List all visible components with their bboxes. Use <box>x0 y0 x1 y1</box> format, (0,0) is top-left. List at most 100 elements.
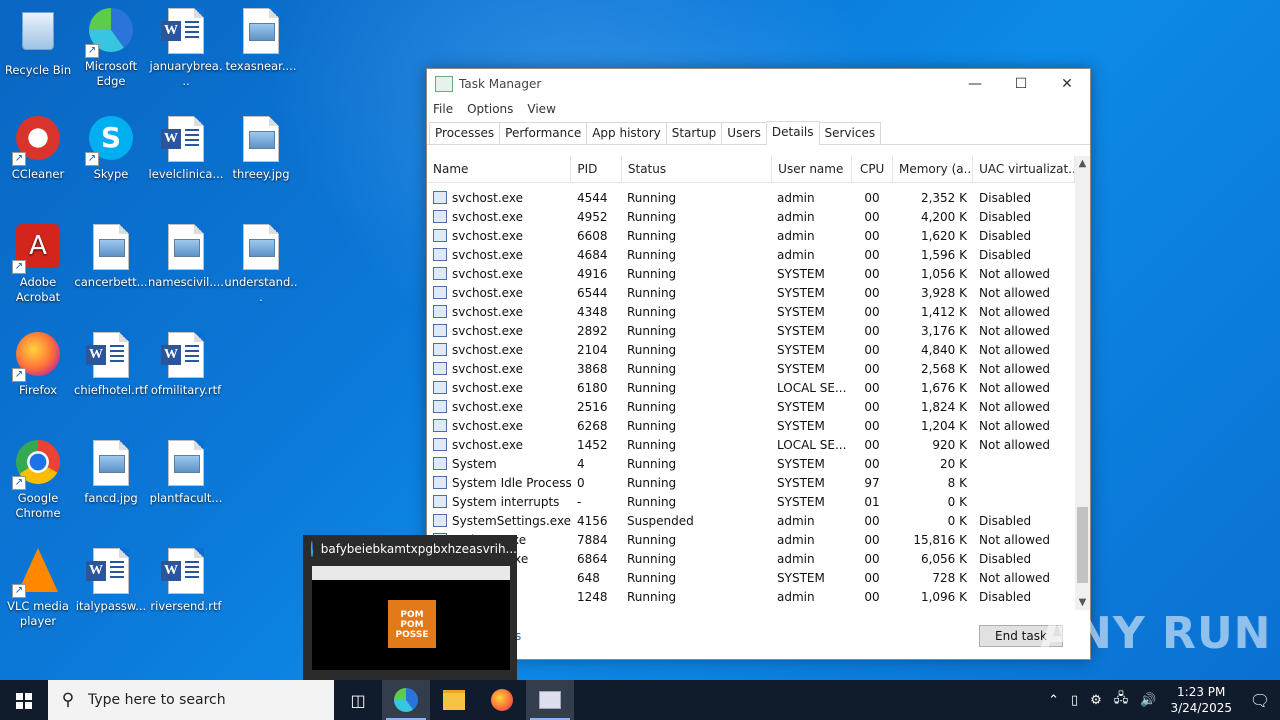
table-row[interactable]: svchost.exe 4916 Running SYSTEM 00 1,056 K Not… <box>427 265 1075 284</box>
desktop-icon-ccleaner[interactable]: CCleaner <box>0 114 76 182</box>
process-status: Running <box>627 229 677 243</box>
column-user-name[interactable]: User name <box>772 156 853 182</box>
tab-startup[interactable]: Startup <box>665 122 723 144</box>
desktop-icon-recycle-bin[interactable]: Recycle Bin <box>0 6 76 78</box>
desktop-icon-adobe-acrobat[interactable]: A Adobe Acrobat <box>0 222 76 305</box>
windows-logo-icon <box>16 693 32 709</box>
tab-performance[interactable]: Performance <box>499 122 588 144</box>
menu-options[interactable]: Options <box>467 102 513 116</box>
start-button[interactable] <box>0 680 48 720</box>
title-bar[interactable]: Task Manager — ☐ ✕ <box>427 69 1090 99</box>
table-row[interactable]: 648 Running SYSTEM 00 728 K Not allowed <box>427 569 1075 588</box>
image-file-icon <box>87 440 135 488</box>
notification-icon[interactable]: 🗨 <box>1240 691 1280 710</box>
desktop-icon-cancerbett[interactable]: cancerbett... <box>73 222 149 290</box>
chevron-up-icon[interactable]: ⌃ <box>1048 693 1059 708</box>
table-row[interactable]: svchost.exe 2104 Running SYSTEM 00 4,840 K Not… <box>427 341 1075 360</box>
table-row[interactable]: roker.exe1248Runningadmin001,096 KDisabl… <box>427 588 1075 607</box>
desktop-icon-levelclinica[interactable]: W levelclinica... <box>148 114 224 182</box>
desktop-icon-januarybrea[interactable]: W januarybrea... <box>148 6 224 89</box>
table-row[interactable]: svchost.exe 3868 Running SYSTEM 00 2,568 K Not… <box>427 360 1075 379</box>
table-row[interactable]: svchost.exe 6268 Running SYSTEM 00 1,204 K Not… <box>427 417 1075 436</box>
table-row[interactable]: SystemSettings.exe 4156 Suspended admin 00 0 … <box>427 512 1075 531</box>
process-pid: 6608 <box>577 229 608 243</box>
clock[interactable]: 1:23 PM 3/24/2025 <box>1170 684 1232 716</box>
column-uac[interactable]: UAC virtualizat... <box>973 156 1075 182</box>
process-icon <box>433 381 447 394</box>
table-row[interactable]: taskhost.exe6864Runningadmin006,056 KDis… <box>427 550 1075 569</box>
table-row[interactable]: svchost.exe 4544 Running admin 00 2,352 K Disa… <box>427 189 1075 208</box>
edge-thumbnail-preview[interactable]: bafybeiebkamtxpgbxhzeasvrih... POM POM P… <box>303 535 517 680</box>
table-row[interactable]: Taskmgr.exe7884Runningadmin0015,816 KNot… <box>427 531 1075 550</box>
taskbar-edge[interactable] <box>382 680 430 720</box>
process-uac: Not allowed <box>979 438 1051 452</box>
table-row[interactable]: svchost.exe 2892 Running SYSTEM 00 3,176 K Not… <box>427 322 1075 341</box>
desktop-icon-namescivil[interactable]: namescivil.... <box>148 222 224 290</box>
scrollbar-thumb[interactable] <box>1077 507 1088 583</box>
scroll-up-icon[interactable]: ▲ <box>1075 158 1090 169</box>
table-row[interactable]: svchost.exe 6180 Running LOCAL SE... 00 1,676… <box>427 379 1075 398</box>
table-row[interactable]: 608RunningSYSTEM00924 KNot allowed <box>427 607 1075 610</box>
menu-file[interactable]: File <box>433 102 453 116</box>
thumbnail-image[interactable]: POM POM POSSE <box>312 566 510 670</box>
desktop-icon-fancd[interactable]: fancd.jpg <box>73 438 149 506</box>
scroll-down-icon[interactable]: ▼ <box>1075 597 1090 608</box>
desktop-icon-google-chrome[interactable]: Google Chrome <box>0 438 76 521</box>
desktop-icon-riversend[interactable]: W riversend.rtf <box>148 546 224 614</box>
column-pid[interactable]: PID <box>571 156 622 182</box>
process-cpu: 97 <box>864 476 880 490</box>
tab-processes[interactable]: Processes <box>429 122 501 144</box>
desktop-icon-chiefhotel[interactable]: W chiefhotel.rtf <box>73 330 149 398</box>
tablet-icon[interactable]: ▯ <box>1071 693 1078 708</box>
table-row[interactable]: System 4 Running SYSTEM 00 20 K <box>427 455 1075 474</box>
table-row[interactable]: svchost.exe 4952 Running admin 00 4,200 K Disa… <box>427 208 1075 227</box>
table-row[interactable]: svchost.exe 6608 Running admin 00 1,620 K Disa… <box>427 227 1075 246</box>
maximize-button[interactable]: ☐ <box>998 69 1044 99</box>
close-button[interactable]: ✕ <box>1044 69 1090 99</box>
network-icon[interactable]: 🖧 <box>1114 689 1129 711</box>
tab-app-history[interactable]: App history <box>586 122 667 144</box>
desktop-icon-texasnear[interactable]: texasnear.... <box>223 6 299 74</box>
process-name: System <box>427 455 571 474</box>
tab-details[interactable]: Details <box>765 121 820 145</box>
menu-view[interactable]: View <box>527 102 555 116</box>
column-memory[interactable]: Memory (a... <box>893 156 974 182</box>
table-row[interactable]: svchost.exe 6544 Running SYSTEM 00 3,928 K Not… <box>427 284 1075 303</box>
taskbar-file-explorer[interactable] <box>430 680 478 720</box>
desktop-icon-skype[interactable]: S Skype <box>73 114 149 182</box>
column-cpu[interactable]: CPU <box>852 156 893 182</box>
desktop-icon-plantfacult[interactable]: plantfacult... <box>148 438 224 506</box>
firefox-icon <box>491 689 513 711</box>
table-row[interactable]: svchost.exe 2516 Running SYSTEM 00 1,824 K Not… <box>427 398 1075 417</box>
desktop-icon-understand[interactable]: understand... <box>223 222 299 305</box>
thumbnail-title: bafybeiebkamtxpgbxhzeasvrih... <box>320 542 517 556</box>
column-name[interactable]: Name <box>427 156 572 182</box>
table-row[interactable]: System interrupts - Running SYSTEM 01 0 K <box>427 493 1075 512</box>
tab-users[interactable]: Users <box>721 122 767 144</box>
device-icon[interactable]: ⚙ <box>1090 693 1102 708</box>
column-status[interactable]: Status <box>622 156 773 182</box>
process-user: SYSTEM <box>777 324 825 338</box>
process-memory: 924 K <box>893 607 973 610</box>
taskbar-firefox[interactable] <box>478 680 526 720</box>
vertical-scrollbar[interactable]: ▲ ▼ <box>1075 156 1090 610</box>
table-row[interactable]: System Idle Process 0 Running SYSTEM 97 8 K <box>427 474 1075 493</box>
table-row[interactable]: svchost.exe 4684 Running admin 00 1,596 K Disa… <box>427 246 1075 265</box>
process-pid: 6864 <box>577 552 608 566</box>
desktop-icon-threey[interactable]: threey.jpg <box>223 114 299 182</box>
table-row[interactable]: svchost.exe 4348 Running SYSTEM 00 1,412 K Not… <box>427 303 1075 322</box>
desktop-icon-vlc[interactable]: VLC media player <box>0 546 76 629</box>
desktop-icon-ofmilitary[interactable]: W ofmilitary.rtf <box>148 330 224 398</box>
desktop-icon-firefox[interactable]: Firefox <box>0 330 76 398</box>
volume-icon[interactable]: 🔊 <box>1140 693 1156 708</box>
process-memory: 1,620 K <box>920 229 967 243</box>
desktop-icon-italypassw[interactable]: W italypassw... <box>73 546 149 614</box>
taskbar-task-manager[interactable] <box>526 680 574 720</box>
search-box[interactable]: ⚲ Type here to search <box>48 680 334 720</box>
process-status: Running <box>627 191 677 205</box>
desktop-icon-microsoft-edge[interactable]: Microsoft Edge <box>73 6 149 89</box>
minimize-button[interactable]: — <box>952 69 998 99</box>
table-row[interactable]: svchost.exe 1452 Running LOCAL SE... 00 920 K… <box>427 436 1075 455</box>
tab-services[interactable]: Services <box>818 122 882 144</box>
task-view-button[interactable]: ◫ <box>334 680 382 720</box>
